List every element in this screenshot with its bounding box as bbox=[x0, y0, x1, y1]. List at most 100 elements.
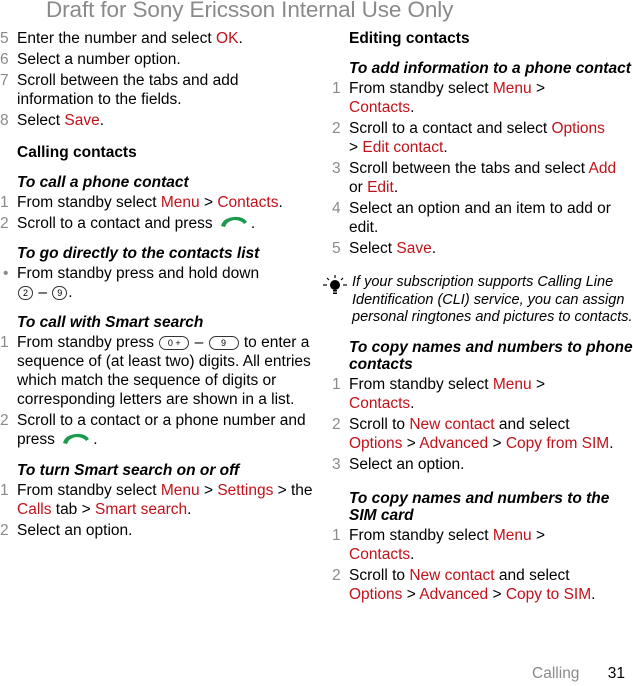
subheading-copy-to-phone: To copy names and numbers to phone conta… bbox=[349, 338, 633, 373]
left-column: 5 Enter the number and select OK. 6 Select … bbox=[0, 29, 318, 542]
subheading-call-phone-contact: To call a phone contact bbox=[17, 174, 189, 191]
list-item: 3 Scroll between the tabs and select Add… bbox=[332, 160, 617, 196]
step-number: 1 bbox=[332, 80, 341, 97]
list-item: 2 Scroll to a contact and press . bbox=[0, 214, 256, 233]
calls-link: Calls bbox=[17, 500, 52, 518]
page-number: 31 bbox=[607, 665, 625, 682]
step-number: 2 bbox=[332, 566, 341, 584]
list-item: 1 From standby select Menu > Contacts. bbox=[332, 526, 545, 563]
contacts-link: Contacts bbox=[217, 194, 279, 211]
keypad-9-icon: 9 bbox=[52, 286, 68, 301]
step-number: 2 bbox=[0, 215, 9, 232]
contacts-link: Contacts bbox=[349, 99, 411, 116]
keypad-2-icon: 2 bbox=[18, 286, 34, 301]
step-number: 3 bbox=[332, 455, 341, 473]
list-item: 2 Scroll to a contact and select Options… bbox=[332, 120, 605, 156]
step-text: . bbox=[238, 30, 243, 47]
subheading-copy-to-sim: To copy names and numbers to the SIM car… bbox=[349, 489, 610, 524]
keypad-9-icon: 9 bbox=[208, 336, 239, 351]
menu-link: Menu bbox=[492, 80, 532, 97]
step-number: 2 bbox=[332, 120, 341, 137]
options-link: Options bbox=[349, 585, 403, 603]
list-item: 6 Select a number option. bbox=[0, 50, 318, 69]
keypad-0-plus-icon: 0 + bbox=[159, 336, 190, 351]
step-text: Scroll between the tabs and add informat… bbox=[17, 72, 239, 108]
ui-term-link: OK bbox=[216, 30, 239, 47]
contacts-link: Contacts bbox=[349, 545, 411, 563]
new-contact-link: New contact bbox=[409, 415, 495, 433]
save-link: Save bbox=[396, 240, 432, 257]
step-number: 2 bbox=[0, 412, 9, 430]
list-item: 1 From standby select Menu > Contacts. bbox=[332, 80, 545, 116]
ui-term-link: Save bbox=[64, 112, 100, 129]
add-link: Add bbox=[588, 160, 617, 177]
advanced-link: Advanced bbox=[419, 585, 489, 603]
step-number: 6 bbox=[0, 51, 9, 68]
step-number: 2 bbox=[332, 415, 341, 433]
smart-search-link: Smart search bbox=[94, 500, 188, 518]
list-item: 5 Select Save. bbox=[332, 240, 437, 257]
step-number: 2 bbox=[0, 521, 9, 539]
menu-link: Menu bbox=[492, 526, 532, 544]
intro-steps: 5 Enter the number and select OK. 6 Select … bbox=[0, 29, 318, 130]
step-number: 8 bbox=[0, 112, 9, 129]
subheading-smart-search: To call with Smart search bbox=[17, 314, 204, 332]
step-number: 7 bbox=[0, 72, 9, 89]
list-item: 5 Enter the number and select OK. bbox=[0, 29, 318, 48]
tip-note: If your subscription supports Calling Li… bbox=[323, 274, 633, 327]
list-item: 3 Select an option. bbox=[332, 455, 465, 473]
call-key-icon bbox=[61, 431, 91, 450]
lightbulb-icon bbox=[322, 274, 348, 306]
new-contact-link: New contact bbox=[409, 566, 495, 584]
advanced-link: Advanced bbox=[419, 434, 489, 452]
step-number: 1 bbox=[332, 526, 341, 544]
copy-to-sim-link: Copy to SIM bbox=[505, 585, 592, 603]
step-number: 5 bbox=[0, 30, 9, 47]
list-item: 1 From standby press 0 + – 9 to enter a … bbox=[0, 334, 311, 409]
section-heading-editing-contacts: Editing contacts bbox=[349, 30, 470, 47]
list-item: 2 Scroll to a contact or a phone number … bbox=[0, 412, 306, 450]
edit-contact-link: Edit contact bbox=[362, 139, 444, 156]
list-item: 1 From standby select Menu > Settings > … bbox=[0, 481, 313, 518]
step-text: Enter the number and select bbox=[17, 30, 217, 47]
step-number: 1 bbox=[0, 481, 9, 499]
section-heading-calling-contacts: Calling contacts bbox=[17, 144, 137, 161]
list-item: 1 From standby select Menu > Contacts. bbox=[0, 194, 283, 211]
list-item: 8 Select Save. bbox=[0, 111, 318, 130]
tip-text: If your subscription supports Calling Li… bbox=[352, 274, 633, 325]
list-item: 2 Scroll to New contact and select Optio… bbox=[332, 566, 596, 603]
edit-link: Edit bbox=[367, 179, 394, 196]
page-footer: Calling 31 bbox=[532, 665, 625, 683]
subheading-go-to-contacts-list: To go directly to the contacts list bbox=[17, 245, 260, 263]
step-number: 1 bbox=[332, 375, 341, 393]
list-item: 7 Scroll between the tabs and add informa… bbox=[0, 71, 318, 109]
call-key-icon bbox=[219, 214, 249, 233]
step-number: 1 bbox=[0, 334, 9, 352]
step-number: 5 bbox=[332, 240, 341, 257]
menu-link: Menu bbox=[492, 375, 532, 393]
options-link: Options bbox=[349, 434, 403, 452]
list-item: • From standby press and hold down 2 – 9… bbox=[3, 265, 260, 302]
step-text: Select a number option. bbox=[17, 51, 181, 68]
list-item: 2 Scroll to New contact and select Optio… bbox=[332, 415, 614, 452]
options-link: Options bbox=[551, 120, 605, 137]
step-number: 4 bbox=[332, 200, 341, 217]
bullet: • bbox=[3, 265, 9, 283]
list-item: 4 Select an option and an item to add or… bbox=[332, 200, 611, 236]
step-text: . bbox=[99, 112, 105, 129]
menu-link: Menu bbox=[160, 194, 200, 211]
menu-link: Menu bbox=[160, 481, 200, 499]
contacts-link: Contacts bbox=[349, 394, 411, 412]
draft-watermark: Draft for Sony Ericsson Internal Use Onl… bbox=[46, 0, 454, 22]
list-item: 1 From standby select Menu > Contacts. bbox=[332, 375, 545, 412]
list-item: 2 Select an option. bbox=[0, 521, 133, 539]
copy-from-sim-link: Copy from SIM bbox=[505, 434, 610, 452]
step-number: 1 bbox=[0, 194, 9, 211]
footer-section-name: Calling bbox=[532, 665, 580, 682]
subheading-toggle-smart-search: To turn Smart search on or off bbox=[17, 461, 240, 479]
step-number: 3 bbox=[332, 160, 341, 177]
right-column: Editing contacts To add information to a… bbox=[323, 29, 633, 606]
step-text: Select bbox=[17, 112, 65, 129]
subheading-add-info: To add information to a phone contact bbox=[349, 60, 631, 77]
settings-link: Settings bbox=[217, 481, 274, 499]
